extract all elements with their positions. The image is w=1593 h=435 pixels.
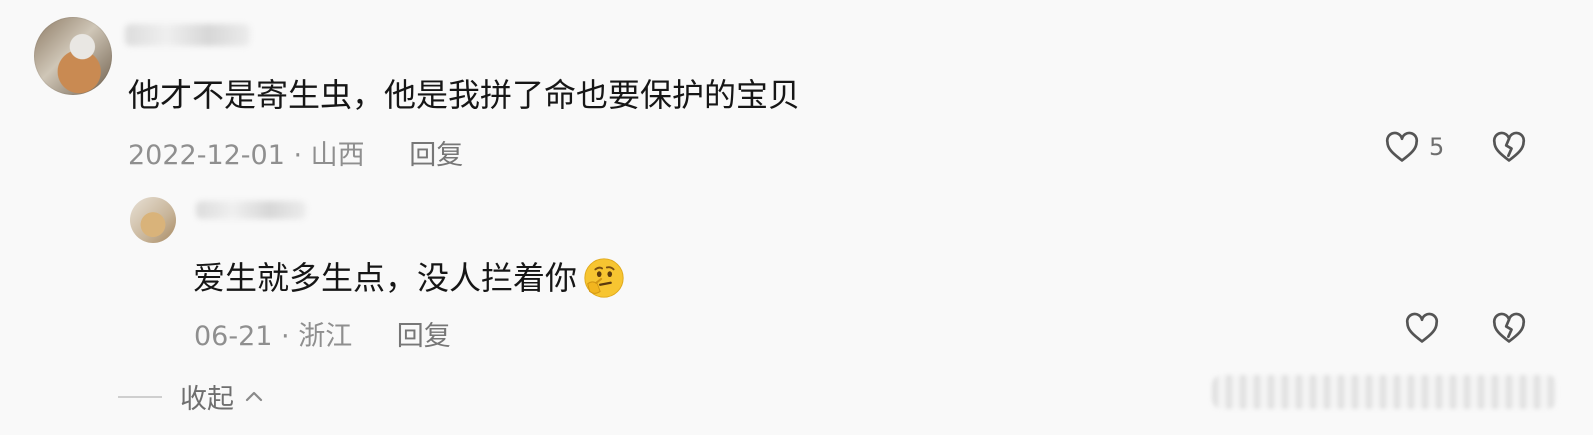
reply-text-row: 爱生就多生点，没人拦着你 xyxy=(193,255,627,301)
comment-date-location: 2022-12-01 · 山西 xyxy=(128,140,365,171)
broken-heart-icon xyxy=(1492,131,1526,162)
reply-username-blurred[interactable] xyxy=(196,201,306,219)
reply-dislike-button[interactable] xyxy=(1490,309,1528,351)
chevron-up-icon[interactable] xyxy=(242,385,266,409)
comment-like-count: 5 xyxy=(1429,133,1445,161)
heart-outline-icon xyxy=(1405,312,1439,343)
heart-outline-icon xyxy=(1385,131,1419,162)
comment-dislike-button[interactable] xyxy=(1490,128,1528,170)
reply-meta: 06-21 · 浙江 回复 xyxy=(194,314,451,353)
reply-date-location: 06-21 · 浙江 xyxy=(194,321,353,352)
comment-text: 他才不是寄生虫，他是我拼了命也要保护的宝贝 xyxy=(128,76,801,114)
collapse-label[interactable]: 收起 xyxy=(180,377,234,416)
reply-text: 爱生就多生点，没人拦着你 xyxy=(193,259,578,297)
comment-meta: 2022-12-01 · 山西 回复 xyxy=(128,133,463,172)
broken-heart-icon xyxy=(1492,312,1526,343)
reply-avatar[interactable] xyxy=(130,197,176,243)
comment-username-blurred[interactable] xyxy=(125,24,250,46)
reply-like-button[interactable] xyxy=(1403,309,1441,351)
blurred-watermark xyxy=(1212,375,1557,409)
thinking-face-emoji xyxy=(584,258,624,298)
comment-reply-button[interactable]: 回复 xyxy=(409,140,463,171)
comment-avatar[interactable] xyxy=(34,17,112,95)
collapse-divider xyxy=(118,395,162,398)
collapse-replies-row[interactable]: 收起 xyxy=(118,377,266,416)
comment-like-button[interactable]: 5 xyxy=(1383,128,1444,166)
reply-reply-button[interactable]: 回复 xyxy=(397,321,451,352)
